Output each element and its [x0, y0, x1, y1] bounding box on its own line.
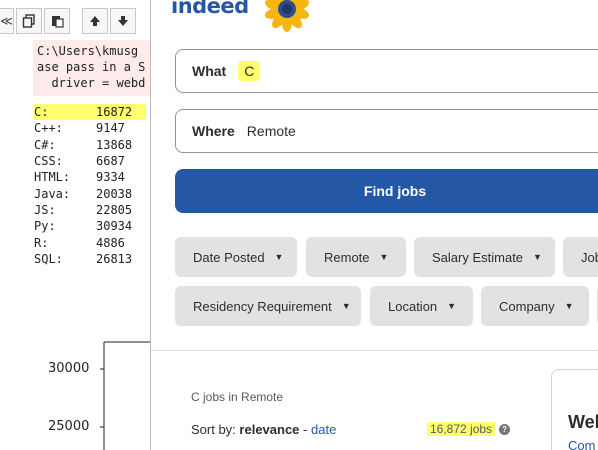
arrow-up-icon — [90, 16, 100, 26]
filter-label: Location — [388, 298, 438, 314]
caret-down-icon: ▼ — [341, 301, 351, 311]
card-link[interactable]: Com — [568, 438, 595, 450]
move-up-button[interactable] — [82, 8, 108, 34]
filter-label: Remote — [324, 249, 370, 265]
stderr-output: C:\Users\kmusg ase pass in a S driver = … — [33, 40, 160, 96]
filter-company[interactable]: Company ▼ — [481, 286, 589, 326]
where-field[interactable]: Where Remote — [175, 109, 598, 153]
job-count: 16,872 jobs — [427, 422, 496, 436]
language-name: R: — [34, 235, 49, 250]
filter-salary-estimate[interactable]: Salary Estimate ▼ — [414, 237, 555, 277]
y-tick-label: 25000 — [48, 419, 90, 434]
filter-label: Salary Estimate — [432, 249, 524, 265]
job-count-value: 20038 — [96, 186, 133, 201]
job-count-value: 9147 — [96, 121, 125, 136]
language-name: Java: — [34, 186, 71, 201]
output-row: Py: 30934 — [34, 218, 160, 234]
caret-down-icon: ▼ — [274, 252, 284, 262]
sort-separator: - — [303, 422, 308, 437]
where-label: Where — [192, 123, 235, 139]
paste-cell-button[interactable] — [44, 8, 70, 34]
indeed-logo[interactable]: indeed — [171, 0, 249, 18]
output-row: C#: 13868 — [34, 137, 160, 153]
filter-label: Date Posted — [193, 249, 265, 265]
output-row: CSS: 6687 — [34, 153, 160, 169]
language-name: CSS: — [34, 154, 63, 169]
what-input-value[interactable]: C — [238, 61, 261, 81]
language-name: JS: — [34, 202, 56, 217]
language-name: SQL: — [34, 251, 63, 266]
output-row: R: 4886 — [34, 234, 160, 250]
copy-cell-button[interactable] — [16, 8, 42, 34]
language-name: C#: — [34, 137, 56, 152]
find-jobs-button[interactable]: Find jobs — [175, 169, 598, 213]
output-row: C: 16872 — [34, 104, 146, 121]
where-input-value[interactable]: Remote — [247, 123, 296, 139]
section-divider — [151, 350, 598, 351]
caret-down-icon: ▼ — [564, 301, 574, 311]
plot-fragment: 30000 25000 — [0, 340, 160, 450]
filter-residency-requirement[interactable]: Residency Requirement ▼ — [175, 286, 361, 326]
output-row: SQL: 26813 — [34, 251, 160, 267]
job-count-value: 6687 — [96, 154, 125, 169]
cell-output: C: 16872 C++: 9147 C#: 13868 CSS: 6687 HTML: 9334… — [34, 104, 160, 267]
job-count-value: 13868 — [96, 137, 133, 152]
output-row: JS: 22805 — [34, 202, 160, 218]
filter-location[interactable]: Location ▼ — [370, 286, 473, 326]
help-icon[interactable]: ? — [499, 424, 510, 435]
job-count-value: 9334 — [96, 170, 125, 185]
arrow-down-icon — [118, 16, 128, 26]
job-count-value: 22805 — [96, 202, 133, 217]
job-count-value: 16872 — [96, 105, 133, 120]
results-heading: C jobs in Remote — [191, 390, 284, 404]
job-count-value: 4886 — [96, 235, 125, 250]
stderr-line: C:\Users\kmusg — [37, 44, 139, 58]
filter-remote[interactable]: Remote ▼ — [306, 237, 406, 277]
caret-down-icon: ▼ — [533, 252, 542, 262]
card-title: Wel — [568, 412, 598, 432]
stderr-line: driver = webd — [37, 76, 146, 90]
caret-down-icon: ▼ — [447, 301, 457, 311]
toolbar-gap — [72, 8, 80, 34]
collapse-icon: ≪ — [0, 14, 13, 28]
move-down-button[interactable] — [110, 8, 136, 34]
output-row: C++: 9147 — [34, 120, 160, 136]
sort-by-control: Sort by: relevance - date — [191, 422, 336, 437]
language-name: C++: — [34, 121, 63, 136]
language-name: HTML: — [34, 170, 71, 185]
filter-label: Company — [499, 298, 555, 314]
copy-icon — [22, 14, 35, 28]
sunflower-icon — [264, 0, 310, 32]
what-field[interactable]: What C — [175, 49, 598, 93]
language-name: C: — [34, 105, 49, 120]
job-count-value: 30934 — [96, 219, 133, 234]
sort-by-label: Sort by: — [191, 422, 236, 437]
filter-label: Residency Requirement — [193, 298, 332, 314]
notebook-toolbar: ≪ — [0, 8, 136, 34]
indeed-window: indeed What C Where Remote Find jobs Dat… — [150, 0, 598, 450]
filter-label: Job — [581, 249, 598, 265]
output-row: Java: 20038 — [34, 185, 160, 201]
language-name: Py: — [34, 219, 56, 234]
y-tick-label: 30000 — [48, 361, 90, 376]
job-count-value: 26813 — [96, 251, 133, 266]
filter-job-type[interactable]: Job — [563, 237, 598, 277]
welcome-card: Wel Com — [551, 369, 598, 450]
sort-date-link[interactable]: date — [311, 422, 336, 437]
notebook-panel: ≪ C:\Users\kmusg ase pass in a S driver … — [0, 0, 160, 450]
sort-relevance[interactable]: relevance — [239, 422, 299, 437]
stderr-line: ase pass in a S — [37, 60, 146, 74]
filter-date-posted[interactable]: Date Posted ▼ — [175, 237, 297, 277]
what-label: What — [192, 63, 227, 79]
paste-icon — [52, 16, 64, 28]
caret-down-icon: ▼ — [379, 252, 389, 262]
toolbar-partial-button[interactable]: ≪ — [0, 8, 14, 34]
output-row: HTML: 9334 — [34, 169, 160, 185]
